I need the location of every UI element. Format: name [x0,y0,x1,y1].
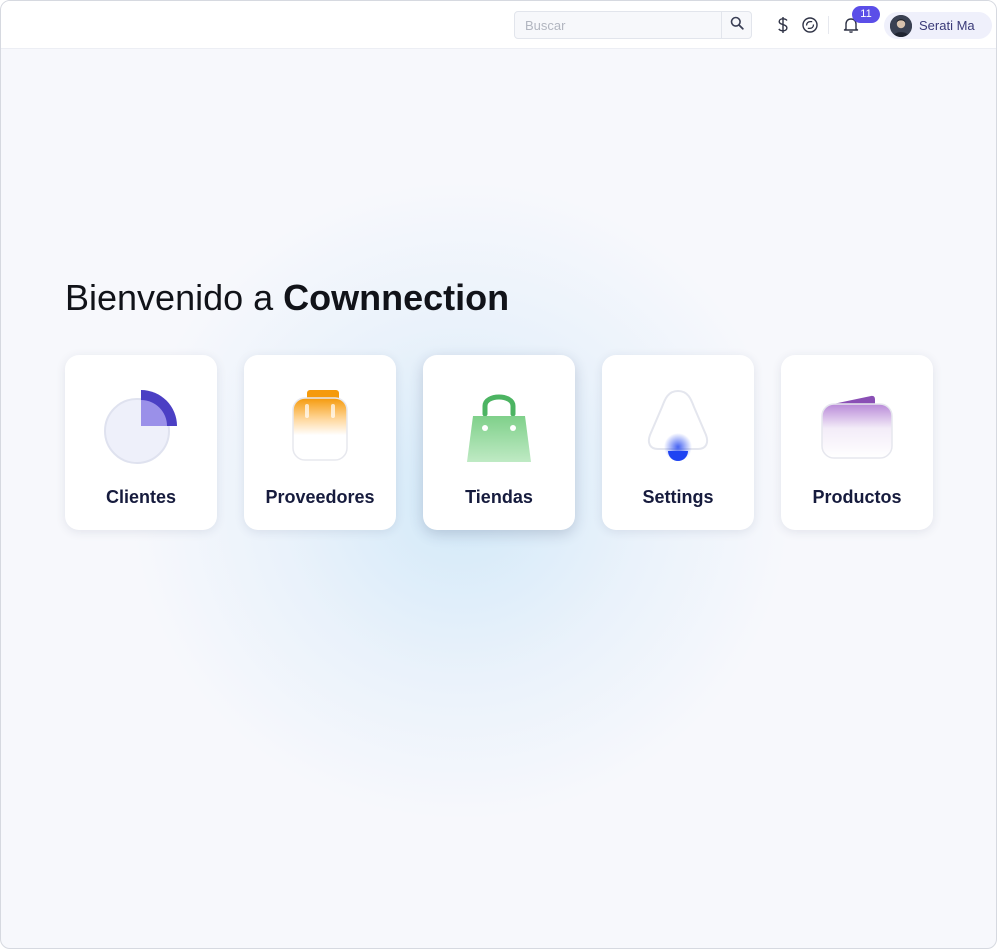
pie-chart-icon [65,385,217,467]
shopping-bag-icon [423,385,575,467]
dollar-icon[interactable] [773,15,793,35]
card-label: Productos [812,487,902,507]
notification-badge: 11 [852,6,880,23]
card-label: Clientes [105,487,177,507]
sync-currency-icon[interactable] [800,15,820,35]
search-icon [730,16,744,35]
card-tiendas[interactable]: Tiendas [423,355,575,530]
card-productos[interactable]: Productos [781,355,933,530]
divider [828,16,829,34]
top-bar: 11 Serati Ma [1,1,996,49]
search-input[interactable] [515,12,721,38]
card-clientes[interactable]: Clientes [65,355,217,530]
welcome-heading: Bienvenido a Cownnection [65,277,509,319]
welcome-prefix: Bienvenido a [65,277,284,318]
card-label: Proveedores [265,487,375,507]
brand-name: Cownnection [283,277,510,318]
clipboard-icon [244,385,396,467]
avatar [890,14,912,37]
search-button[interactable] [721,12,751,38]
card-settings[interactable]: Settings [602,355,754,530]
card-label: Tiendas [465,487,533,507]
app-window: 11 Serati Ma Bienvenido a Cownnection [0,0,997,949]
card-proveedores[interactable]: Proveedores [244,355,396,530]
wallet-icon [781,385,933,467]
card-label: Settings [642,487,714,507]
user-name: Serati Ma [919,18,975,33]
search-box [514,11,752,39]
user-menu[interactable]: Serati Ma [884,12,992,39]
bell-settings-icon [602,385,754,467]
